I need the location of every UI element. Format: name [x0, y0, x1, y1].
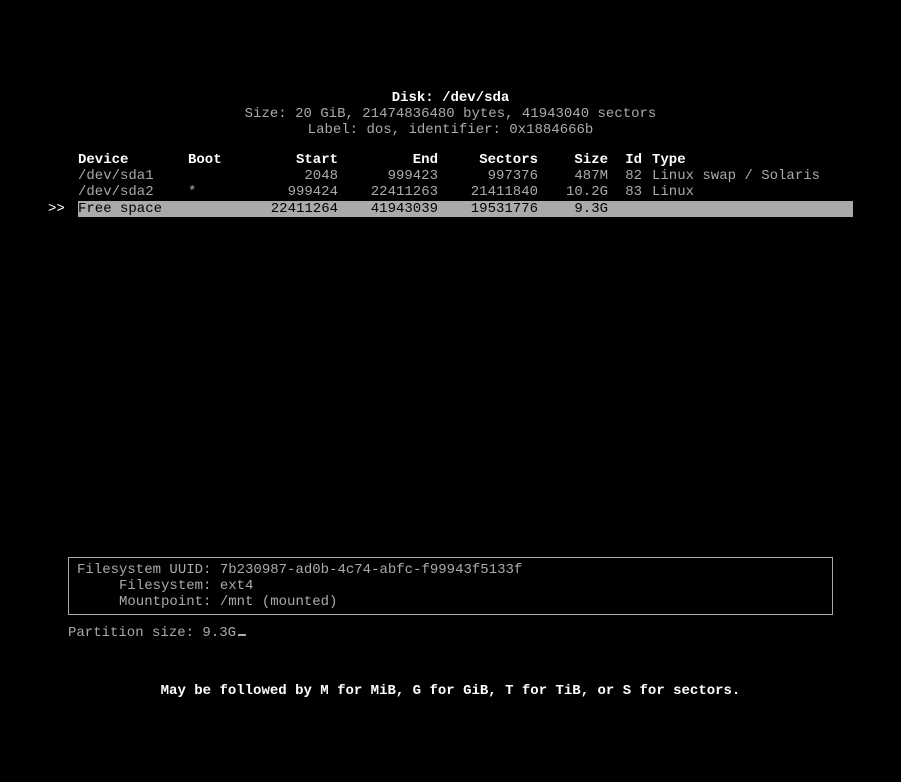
cell-type: Linux swap / Solaris [648, 168, 853, 184]
disk-label-line: Label: dos, identifier: 0x1884666b [0, 122, 901, 138]
cell-device: Free space [78, 201, 188, 217]
cell-start: 22411264 [238, 201, 338, 217]
row-pointer-icon [48, 184, 78, 200]
cell-sectors: 21411840 [438, 184, 538, 200]
fs-mount-line: Mountpoint: /mnt (mounted) [77, 594, 824, 610]
cell-end: 999423 [338, 168, 438, 184]
row-pointer-icon [48, 168, 78, 184]
col-start: Start [238, 152, 338, 168]
partition-size-prompt[interactable]: Partition size: 9.3G [68, 625, 901, 641]
cell-type [648, 201, 853, 217]
disk-title: Disk: /dev/sda [0, 90, 901, 106]
cell-device: /dev/sda1 [78, 168, 188, 184]
filesystem-info-box: Filesystem UUID: 7b230987-ad0b-4c74-abfc… [68, 557, 833, 615]
col-size: Size [538, 152, 608, 168]
col-id: Id [608, 152, 648, 168]
cell-id: 82 [608, 168, 648, 184]
cell-size: 10.2G [538, 184, 608, 200]
row-pointer-icon: >> [48, 201, 78, 217]
disk-header: Disk: /dev/sda Size: 20 GiB, 21474836480… [0, 90, 901, 138]
cell-device: /dev/sda2 [78, 184, 188, 200]
table-row[interactable]: /dev/sda1 2048999423997376487M82Linux swa… [48, 168, 853, 184]
col-sectors: Sectors [438, 152, 538, 168]
table-row[interactable]: >>Free space 2241126441943039195317769.3G [48, 201, 853, 217]
fs-uuid-line: Filesystem UUID: 7b230987-ad0b-4c74-abfc… [77, 562, 824, 578]
prompt-label: Partition size: [68, 625, 202, 641]
cell-end: 41943039 [338, 201, 438, 217]
cursor-icon [238, 634, 246, 636]
prompt-value: 9.3G [202, 625, 236, 641]
cell-boot: * [188, 184, 238, 200]
cell-id [608, 201, 648, 217]
cell-size: 487M [538, 168, 608, 184]
col-type: Type [648, 152, 853, 168]
col-boot: Boot [188, 152, 238, 168]
table-header: Device Boot Start End Sectors Size Id Ty… [48, 152, 853, 168]
hint-text: May be followed by M for MiB, G for GiB,… [0, 683, 901, 699]
cell-type: Linux [648, 184, 853, 200]
cell-end: 22411263 [338, 184, 438, 200]
cell-start: 2048 [238, 168, 338, 184]
cell-start: 999424 [238, 184, 338, 200]
disk-size-line: Size: 20 GiB, 21474836480 bytes, 4194304… [0, 106, 901, 122]
col-device: Device [78, 152, 188, 168]
partition-table: Device Boot Start End Sectors Size Id Ty… [48, 152, 853, 216]
cell-boot [188, 168, 238, 184]
cell-id: 83 [608, 184, 648, 200]
fs-type-line: Filesystem: ext4 [77, 578, 824, 594]
cell-sectors: 997376 [438, 168, 538, 184]
table-row[interactable]: /dev/sda2*999424224112632141184010.2G83L… [48, 184, 853, 200]
col-end: End [338, 152, 438, 168]
cell-boot [188, 201, 238, 217]
cell-size: 9.3G [538, 201, 608, 217]
cell-sectors: 19531776 [438, 201, 538, 217]
